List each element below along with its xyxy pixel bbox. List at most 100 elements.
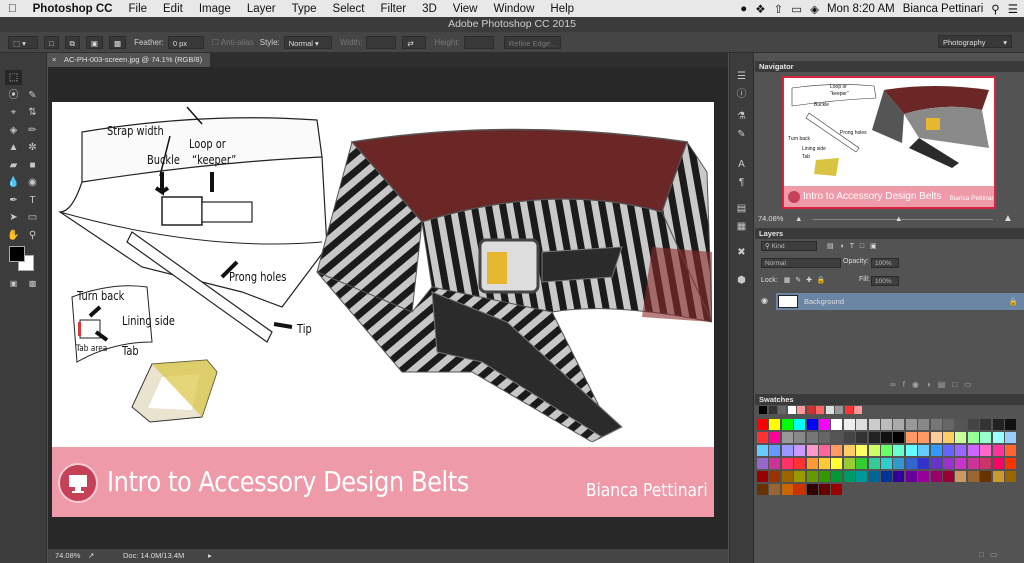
swatch-cell[interactable] bbox=[769, 432, 781, 443]
swatch-cell[interactable] bbox=[868, 419, 880, 430]
paragraph-panel-icon[interactable]: ¶ bbox=[733, 175, 750, 190]
feather-input[interactable]: 0 px bbox=[167, 35, 204, 49]
swatch-cell[interactable] bbox=[930, 445, 942, 456]
swatch-cell[interactable] bbox=[843, 432, 855, 443]
swatch-cell[interactable] bbox=[781, 484, 793, 495]
marquee-tool-icon[interactable]: ⬚ bbox=[5, 70, 22, 85]
swatch-cell[interactable] bbox=[856, 471, 868, 482]
menu-edit[interactable]: Edit bbox=[155, 3, 191, 15]
swatch-cell[interactable] bbox=[769, 484, 781, 495]
document-canvas[interactable]: Strap width Loop or “keeper” Buckle Pron… bbox=[52, 102, 714, 517]
new-adjustment-icon[interactable]: ◑ bbox=[926, 380, 938, 389]
swatch-cell[interactable] bbox=[794, 432, 806, 443]
refine-edge-button[interactable]: Refine Edge... bbox=[503, 35, 562, 49]
swatch-cell[interactable] bbox=[768, 406, 777, 414]
new-layer-icon[interactable]: □ bbox=[952, 380, 964, 389]
style-select[interactable]: Normal ▾ bbox=[283, 35, 332, 49]
swatch-cell[interactable] bbox=[819, 432, 830, 443]
adjustments-panel-icon[interactable]: ⚗ bbox=[733, 109, 750, 124]
notification-center-icon[interactable]: ☰ bbox=[1008, 2, 1018, 16]
swatch-cell[interactable] bbox=[843, 419, 855, 430]
brush-presets-panel-icon[interactable]: ✎ bbox=[733, 127, 750, 142]
foreground-color-swatch[interactable] bbox=[9, 246, 25, 262]
status-menu-arrow-icon[interactable]: ▸ bbox=[208, 549, 212, 563]
swatch-cell[interactable] bbox=[905, 419, 917, 430]
swatch-cell[interactable] bbox=[893, 471, 905, 482]
channels-panel-icon[interactable]: ▦ bbox=[733, 219, 750, 234]
swatch-cell[interactable] bbox=[992, 458, 1004, 469]
swatch-cell[interactable] bbox=[794, 484, 806, 495]
swatch-cell[interactable] bbox=[757, 432, 768, 443]
status-zoom[interactable]: 74.08% bbox=[55, 549, 80, 563]
swatch-cell[interactable] bbox=[980, 419, 992, 430]
swatch-cell[interactable] bbox=[854, 406, 862, 414]
swatch-cell[interactable] bbox=[918, 458, 930, 469]
swatch-cell[interactable] bbox=[967, 445, 979, 456]
swatch-cell[interactable] bbox=[868, 458, 880, 469]
swatch-cell[interactable] bbox=[831, 458, 843, 469]
swatch-cell[interactable] bbox=[893, 432, 905, 443]
swatch-cell[interactable] bbox=[831, 445, 843, 456]
menu-view[interactable]: View bbox=[445, 3, 486, 15]
swatch-cell[interactable] bbox=[930, 471, 942, 482]
swatch-cell[interactable] bbox=[1005, 445, 1016, 456]
swatch-cell[interactable] bbox=[757, 484, 768, 495]
swatch-cell[interactable] bbox=[819, 471, 830, 482]
swatch-cell[interactable] bbox=[781, 471, 793, 482]
menu-window[interactable]: Window bbox=[485, 3, 542, 15]
swatch-cell[interactable] bbox=[843, 458, 855, 469]
swatch-cell[interactable] bbox=[806, 471, 818, 482]
menu-filter[interactable]: Filter bbox=[373, 3, 415, 15]
layers-panel-title[interactable]: Layers bbox=[755, 228, 1024, 239]
new-selection-icon[interactable]: □ bbox=[44, 35, 59, 49]
swatch-cell[interactable] bbox=[930, 432, 942, 443]
spotlight-search-icon[interactable]: ⚲ bbox=[991, 2, 999, 16]
swatch-cell[interactable] bbox=[781, 445, 793, 456]
app-menu[interactable]: Photoshop CC bbox=[25, 3, 121, 15]
eraser-tool-icon[interactable]: ▰ bbox=[5, 158, 22, 173]
swatch-cell[interactable] bbox=[787, 406, 796, 414]
menu-file[interactable]: File bbox=[120, 3, 155, 15]
swatch-cell[interactable] bbox=[819, 445, 830, 456]
lock-move-icon[interactable]: ✚ bbox=[806, 277, 812, 284]
layer-visibility-eye-icon[interactable]: ◉ bbox=[761, 296, 768, 305]
menu-image[interactable]: Image bbox=[191, 3, 239, 15]
fill-input[interactable]: 100% bbox=[871, 276, 899, 286]
swatch-cell[interactable] bbox=[868, 445, 880, 456]
lock-paint-icon[interactable]: ✎ bbox=[795, 277, 801, 284]
swatch-cell[interactable] bbox=[831, 432, 843, 443]
swatch-cell[interactable] bbox=[844, 406, 853, 414]
swatch-cell[interactable] bbox=[967, 458, 979, 469]
swap-dimensions-icon[interactable]: ⇄ bbox=[402, 35, 427, 49]
3d-panel-icon[interactable]: ⬢ bbox=[733, 273, 750, 288]
swatch-cell[interactable] bbox=[905, 445, 917, 456]
zoom-out-icon[interactable]: ▲ bbox=[795, 213, 802, 225]
menu-select[interactable]: Select bbox=[325, 3, 373, 15]
delete-swatch-icon[interactable]: ▭ bbox=[990, 550, 1004, 559]
swatch-cell[interactable] bbox=[943, 471, 954, 482]
swatch-cell[interactable] bbox=[757, 445, 768, 456]
menubar-user[interactable]: Bianca Pettinari bbox=[903, 3, 984, 15]
add-selection-icon[interactable]: ⧉ bbox=[64, 35, 80, 49]
swatch-cell[interactable] bbox=[769, 445, 781, 456]
zoom-in-icon[interactable]: ▲ bbox=[1003, 213, 1013, 225]
filter-pixel-icon[interactable]: ▤ bbox=[827, 243, 834, 250]
swatch-cell[interactable] bbox=[794, 445, 806, 456]
swatch-cell[interactable] bbox=[943, 458, 954, 469]
new-swatch-icon[interactable]: □ bbox=[979, 550, 990, 559]
menu-3d[interactable]: 3D bbox=[414, 3, 445, 15]
swatch-cell[interactable] bbox=[893, 445, 905, 456]
swatch-cell[interactable] bbox=[781, 419, 793, 430]
swatch-cell[interactable] bbox=[856, 432, 868, 443]
swatch-cell[interactable] bbox=[769, 419, 781, 430]
swatch-cell[interactable] bbox=[806, 419, 818, 430]
swatch-cell[interactable] bbox=[905, 432, 917, 443]
history-panel-icon[interactable]: ☰ bbox=[733, 69, 750, 84]
swatch-cell[interactable] bbox=[794, 458, 806, 469]
history-brush-tool-icon[interactable]: ✼ bbox=[24, 140, 41, 155]
swatch-cell[interactable] bbox=[819, 419, 830, 430]
swatch-cell[interactable] bbox=[831, 471, 843, 482]
apple-icon[interactable]:  bbox=[0, 3, 25, 15]
swatches-grid[interactable] bbox=[757, 406, 1019, 536]
link-layers-icon[interactable]: ∞ bbox=[890, 380, 903, 389]
